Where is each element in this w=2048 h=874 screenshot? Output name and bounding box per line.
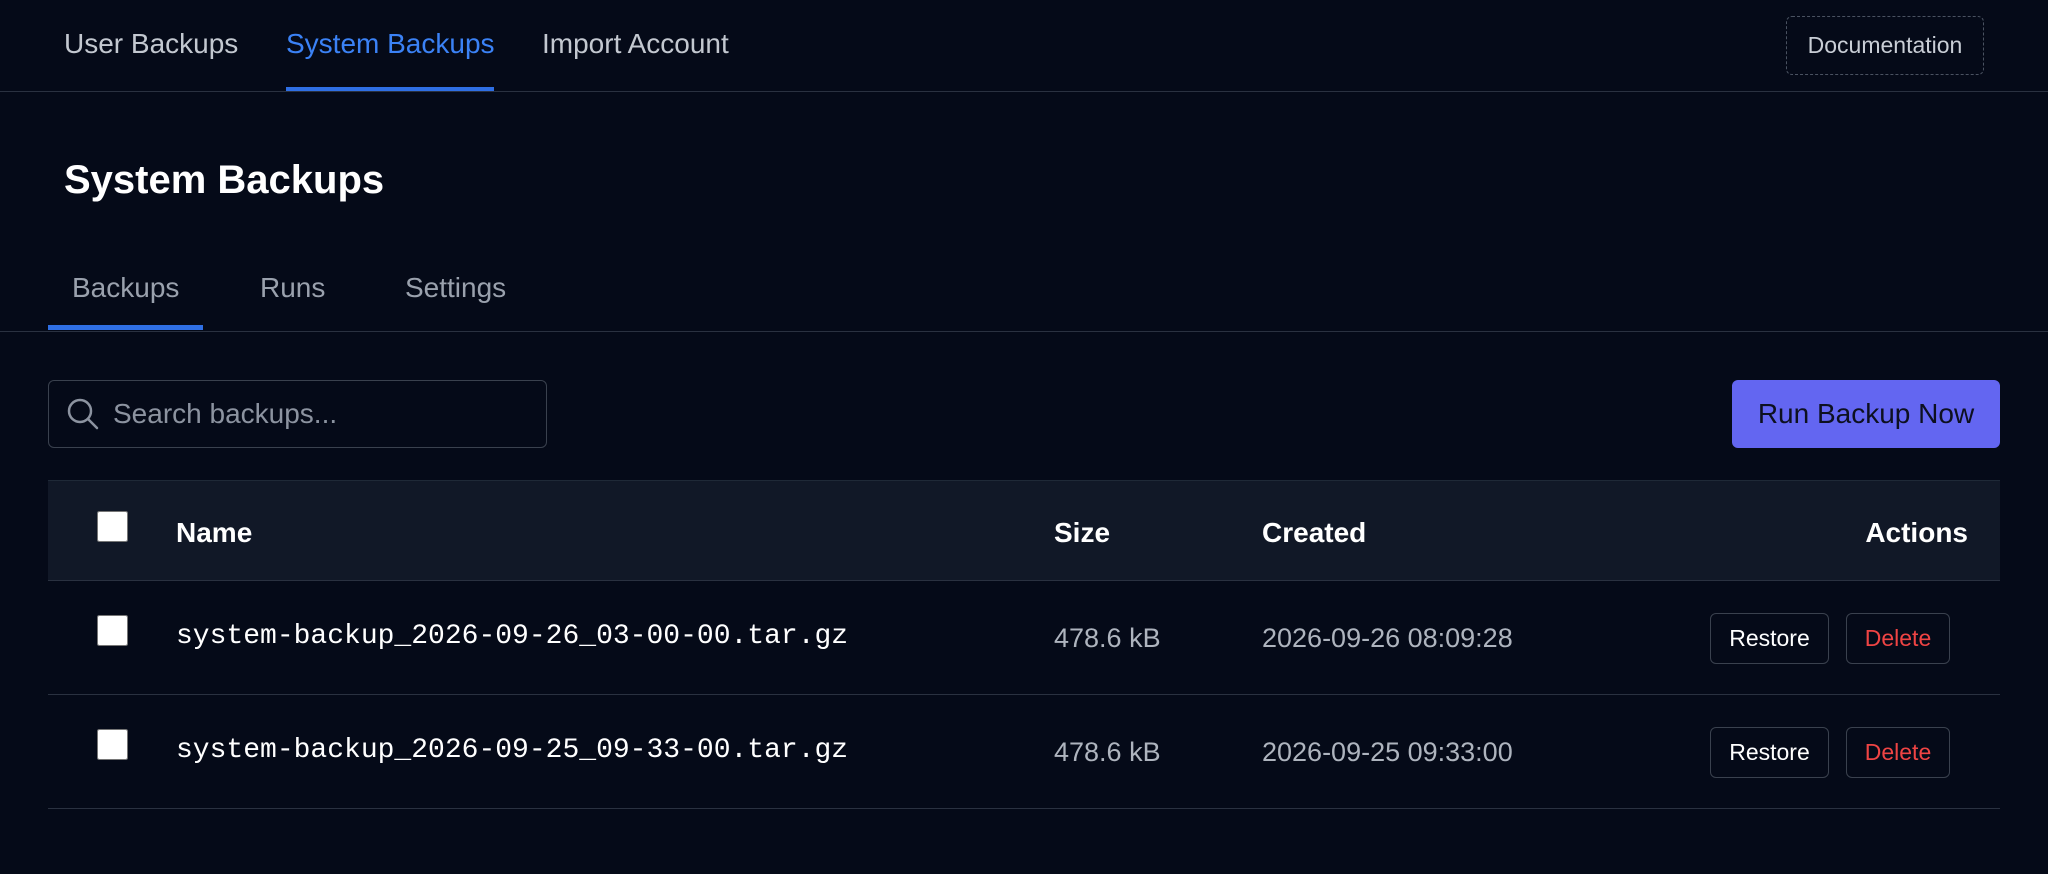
run-backup-now-button[interactable]: Run Backup Now (1732, 380, 2000, 448)
column-header-name: Name (176, 517, 253, 548)
row-checkbox[interactable] (97, 615, 128, 646)
active-subtab-indicator (48, 325, 203, 330)
backups-table: Name Size Created Actions system-backup_… (48, 480, 2000, 809)
row-checkbox[interactable] (97, 729, 128, 760)
restore-button[interactable]: Restore (1710, 727, 1829, 778)
top-navigation: User Backups System Backups Import Accou… (0, 0, 2048, 92)
documentation-button[interactable]: Documentation (1786, 16, 1984, 75)
table-row: system-backup_2026-09-25_09-33-00.tar.gz… (48, 695, 2000, 809)
tab-system-backups[interactable]: System Backups (286, 28, 495, 60)
backup-name: system-backup_2026-09-26_03-00-00.tar.gz (176, 621, 849, 652)
restore-button[interactable]: Restore (1710, 613, 1829, 664)
search-icon (67, 398, 99, 430)
active-tab-indicator (286, 87, 494, 91)
backup-size: 478.6 kB (1054, 737, 1161, 767)
backup-size: 478.6 kB (1054, 623, 1161, 653)
delete-button[interactable]: Delete (1846, 727, 1950, 778)
tab-runs[interactable]: Runs (260, 272, 325, 304)
tab-import-account[interactable]: Import Account (542, 28, 729, 60)
column-header-size: Size (1054, 517, 1111, 548)
tab-backups[interactable]: Backups (72, 272, 179, 304)
backup-created: 2026-09-26 08:09:28 (1262, 623, 1513, 653)
tab-user-backups[interactable]: User Backups (64, 28, 238, 60)
search-box[interactable] (48, 380, 547, 448)
table-row: system-backup_2026-09-26_03-00-00.tar.gz… (48, 581, 2000, 695)
table-header: Name Size Created Actions (48, 480, 2000, 581)
select-all-checkbox[interactable] (97, 511, 128, 542)
column-header-actions: Actions (1865, 517, 1968, 548)
backup-name: system-backup_2026-09-25_09-33-00.tar.gz (176, 735, 849, 766)
section-tabs: Backups Runs Settings (0, 240, 2048, 332)
tab-settings[interactable]: Settings (405, 272, 506, 304)
search-input[interactable] (113, 381, 533, 447)
column-header-created: Created (1262, 517, 1367, 548)
delete-button[interactable]: Delete (1846, 613, 1950, 664)
page-title: System Backups (64, 158, 385, 202)
backup-created: 2026-09-25 09:33:00 (1262, 737, 1513, 767)
